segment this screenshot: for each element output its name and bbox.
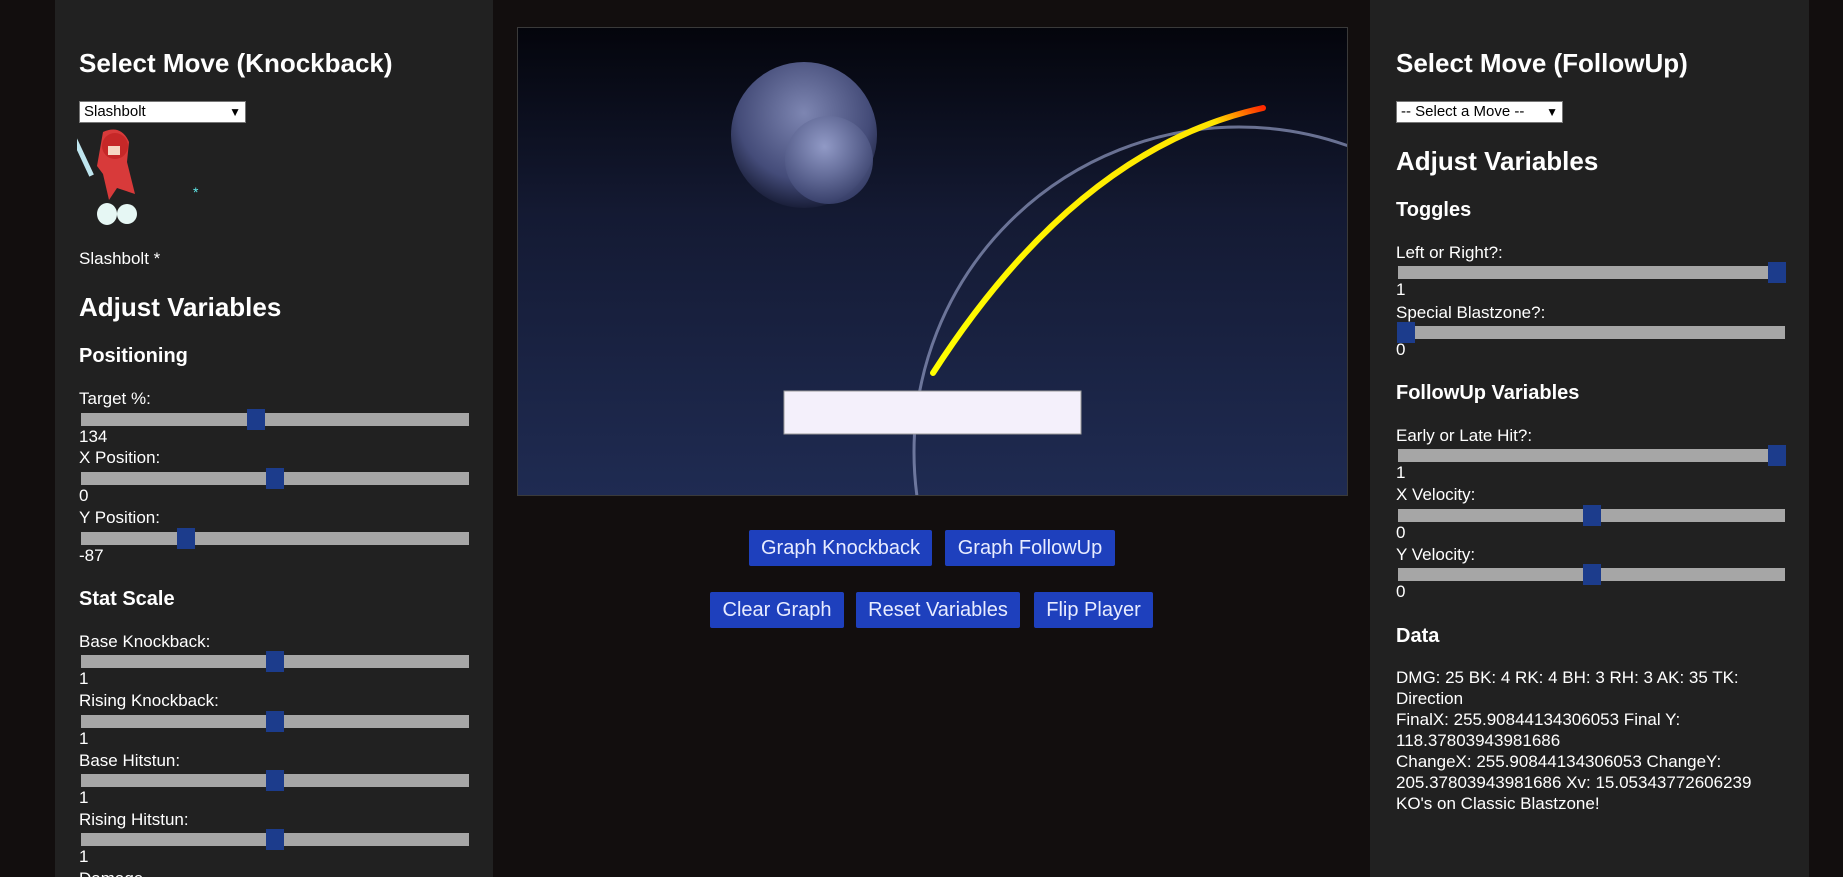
followup-panel-title: Select Move (FollowUp) [1396,48,1688,78]
character-sprite [77,129,137,225]
stage-canvas[interactable] [517,27,1348,496]
data-heading: Data [1396,625,1440,647]
y-position-value: -87 [79,546,104,565]
early-late-hit-slider[interactable] [1398,445,1787,466]
base-knockback-value: 1 [79,669,89,688]
special-blastzone-toggle[interactable] [1396,322,1785,343]
base-hitstun-value: 1 [79,788,89,807]
target-percent-label: Target %: [79,389,151,408]
chevron-down-icon: ▼ [229,105,241,119]
early-late-hit-value: 1 [1396,463,1406,482]
x-velocity-thumb[interactable] [1582,505,1601,526]
knockback-trajectory [930,105,1266,376]
target-percent-value: 134 [79,427,108,446]
knockback-move-select[interactable]: Slashbolt ▼ [79,101,246,123]
base-hitstun-label: Base Hitstun: [79,751,181,770]
y-velocity-thumb[interactable] [1582,564,1601,585]
x-position-value: 0 [79,486,89,505]
damage-label: Damage [79,869,143,877]
x-position-thumb[interactable] [266,468,284,489]
followup-move-selected: -- Select a Move -- [1401,103,1525,120]
flip-player-button[interactable]: Flip Player [1034,592,1153,628]
y-position-slider[interactable] [81,528,469,549]
rising-hitstun-slider[interactable] [81,829,469,850]
y-velocity-label: Y Velocity: [1396,545,1476,564]
knockback-adjust-title: Adjust Variables [79,292,282,322]
x-position-slider[interactable] [81,468,469,489]
graph-knockback-button[interactable]: Graph Knockback [749,530,932,566]
data-line: Direction [1396,689,1464,708]
y-velocity-slider[interactable] [1398,564,1785,585]
left-or-right-label: Left or Right?: [1396,243,1503,262]
data-line: FinalX: 255.90844134306053 Final Y: [1396,710,1681,729]
data-line: ChangeX: 255.90844134306053 ChangeY: [1396,752,1722,771]
move-caption: Slashbolt * [79,249,161,268]
left-or-right-toggle[interactable] [1398,262,1787,283]
x-position-label: X Position: [79,448,161,467]
y-position-thumb[interactable] [176,528,195,549]
reset-variables-button[interactable]: Reset Variables [856,592,1020,628]
followup-adjust-title: Adjust Variables [1396,146,1599,176]
rising-hitstun-value: 1 [79,847,89,866]
knockback-move-selected: Slashbolt [84,103,146,120]
chevron-down-icon: ▼ [1546,105,1558,119]
rising-hitstun-thumb[interactable] [266,829,284,850]
base-knockback-label: Base Knockback: [79,632,211,651]
rising-knockback-thumb[interactable] [266,711,284,732]
stage-drawing [731,62,1347,495]
stage-platform [783,390,1082,435]
target-percent-thumb[interactable] [246,409,265,430]
rising-knockback-slider[interactable] [81,711,469,732]
data-line: KO's on Classic Blastzone! [1396,794,1600,813]
followup-variables-heading: FollowUp Variables [1396,382,1580,404]
data-readout: DMG: 25 BK: 4 RK: 4 BH: 3 RH: 3 AK: 35 T… [1396,667,1796,814]
base-hitstun-slider[interactable] [81,770,469,791]
followup-panel: Select Move (FollowUp) -- Select a Move … [1370,0,1809,877]
x-velocity-label: X Velocity: [1396,485,1476,504]
moon-small [785,116,873,204]
toggles-heading: Toggles [1396,199,1472,221]
knockback-panel-title: Select Move (Knockback) [79,48,393,78]
early-late-hit-thumb[interactable] [1768,445,1787,466]
rising-knockback-value: 1 [79,729,89,748]
sprite-star: * [193,184,199,200]
y-velocity-value: 0 [1396,582,1406,601]
base-knockback-slider[interactable] [81,651,469,672]
base-knockback-thumb[interactable] [266,651,284,672]
data-line: 205.37803943981686 Xv: 15.05343772606239 [1396,773,1752,792]
left-or-right-value: 1 [1396,280,1406,299]
stat-scale-heading: Stat Scale [79,588,175,610]
data-line: DMG: 25 BK: 4 RK: 4 BH: 3 RH: 3 AK: 35 T… [1396,668,1739,687]
early-late-hit-label: Early or Late Hit?: [1396,426,1533,445]
target-percent-slider[interactable] [81,409,469,430]
special-blastzone-value: 0 [1396,340,1406,359]
special-blastzone-label: Special Blastzone?: [1396,303,1546,322]
base-hitstun-thumb[interactable] [266,770,284,791]
x-velocity-value: 0 [1396,523,1406,542]
clear-graph-button[interactable]: Clear Graph [710,592,844,628]
data-line: 118.37803943981686 [1396,731,1561,750]
followup-move-select[interactable]: -- Select a Move -- ▼ [1396,101,1563,123]
rising-hitstun-label: Rising Hitstun: [79,810,189,829]
rising-knockback-label: Rising Knockback: [79,691,219,710]
y-position-label: Y Position: [79,508,160,527]
graph-followup-button[interactable]: Graph FollowUp [945,530,1115,566]
left-or-right-thumb[interactable] [1768,262,1787,283]
positioning-heading: Positioning [79,345,188,367]
x-velocity-slider[interactable] [1398,505,1785,526]
knockback-panel: Select Move (Knockback) Slashbolt ▼ * Sl… [55,0,493,877]
